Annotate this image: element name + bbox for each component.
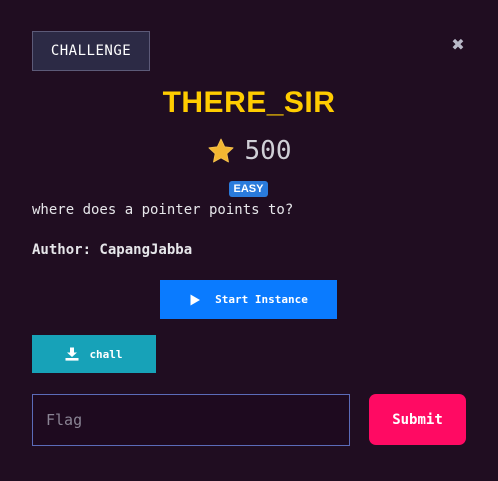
close-icon[interactable]: ✖ xyxy=(448,34,468,54)
download-chall-label: chall xyxy=(89,347,123,361)
difficulty-badge: EASY xyxy=(229,181,268,197)
challenge-modal: CHALLENGE ✖ THERE_SIR 500 EASY where doe… xyxy=(0,0,498,481)
challenge-author: Author: CapangJabba xyxy=(32,242,193,258)
star-icon xyxy=(208,138,233,163)
start-instance-label: Start Instance xyxy=(215,293,308,306)
tab-challenge[interactable]: CHALLENGE xyxy=(32,31,150,71)
challenge-description: where does a pointer points to? xyxy=(32,202,294,218)
play-icon xyxy=(190,294,201,305)
flag-input[interactable] xyxy=(32,394,350,446)
download-chall-button[interactable]: chall xyxy=(32,335,156,373)
submit-button[interactable]: Submit xyxy=(369,394,466,445)
points-row: 500 xyxy=(0,134,498,168)
challenge-points: 500 xyxy=(244,136,292,166)
start-instance-button[interactable]: Start Instance xyxy=(160,280,337,319)
challenge-title: THERE_SIR xyxy=(162,86,336,119)
download-icon xyxy=(65,347,79,361)
